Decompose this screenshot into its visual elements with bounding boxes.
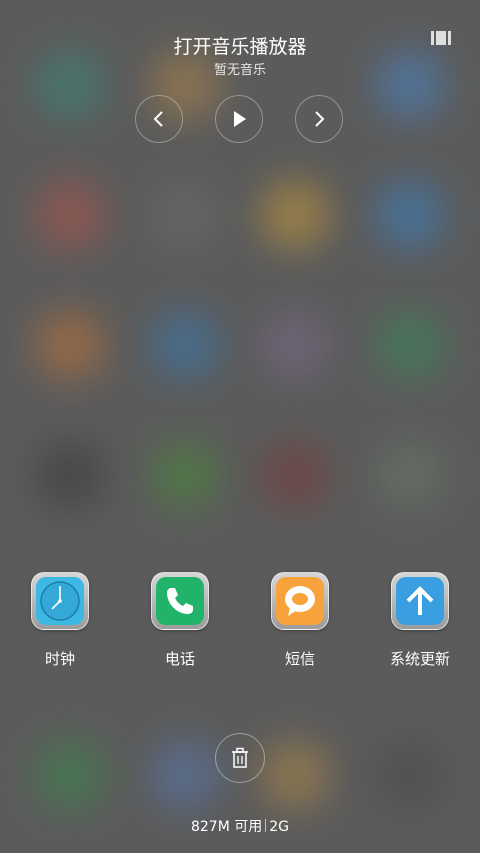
next-track-button[interactable] xyxy=(295,95,343,143)
app-label: 时钟 xyxy=(44,650,75,668)
chevron-left-icon xyxy=(153,111,163,127)
arrow-up-icon xyxy=(396,577,444,625)
clock-icon xyxy=(36,577,84,625)
recent-app-clock[interactable]: 时钟 xyxy=(10,572,110,669)
music-widget: 打开音乐播放器 暂无音乐 xyxy=(0,0,480,160)
memory-separator xyxy=(265,819,267,832)
recent-app-system-update[interactable]: 系统更新 xyxy=(370,572,470,669)
recent-apps-screen: 打开音乐播放器 暂无音乐 时钟 电话 短信 系统更新 827M 可用 2G xyxy=(0,0,480,853)
play-icon xyxy=(234,111,246,127)
memory-free: 827M 可用 xyxy=(190,819,263,835)
chevron-right-icon xyxy=(315,111,325,127)
trash-icon xyxy=(232,747,248,768)
widget-toggle-icon[interactable] xyxy=(431,30,451,46)
app-label: 短信 xyxy=(284,650,315,668)
recent-app-messages[interactable]: 短信 xyxy=(250,572,350,669)
app-label: 电话 xyxy=(164,650,195,668)
recent-app-phone[interactable]: 电话 xyxy=(130,572,230,669)
music-subtitle: 暂无音乐 xyxy=(213,63,266,78)
previous-track-button[interactable] xyxy=(135,95,183,143)
app-label: 系统更新 xyxy=(389,650,450,668)
music-title[interactable]: 打开音乐播放器 xyxy=(0,32,480,59)
phone-icon xyxy=(156,577,204,625)
play-button[interactable] xyxy=(215,95,263,143)
memory-total: 2G xyxy=(269,819,290,835)
message-icon xyxy=(276,577,324,625)
memory-status: 827M 可用 2G xyxy=(0,816,480,836)
clear-all-button[interactable] xyxy=(215,733,265,783)
